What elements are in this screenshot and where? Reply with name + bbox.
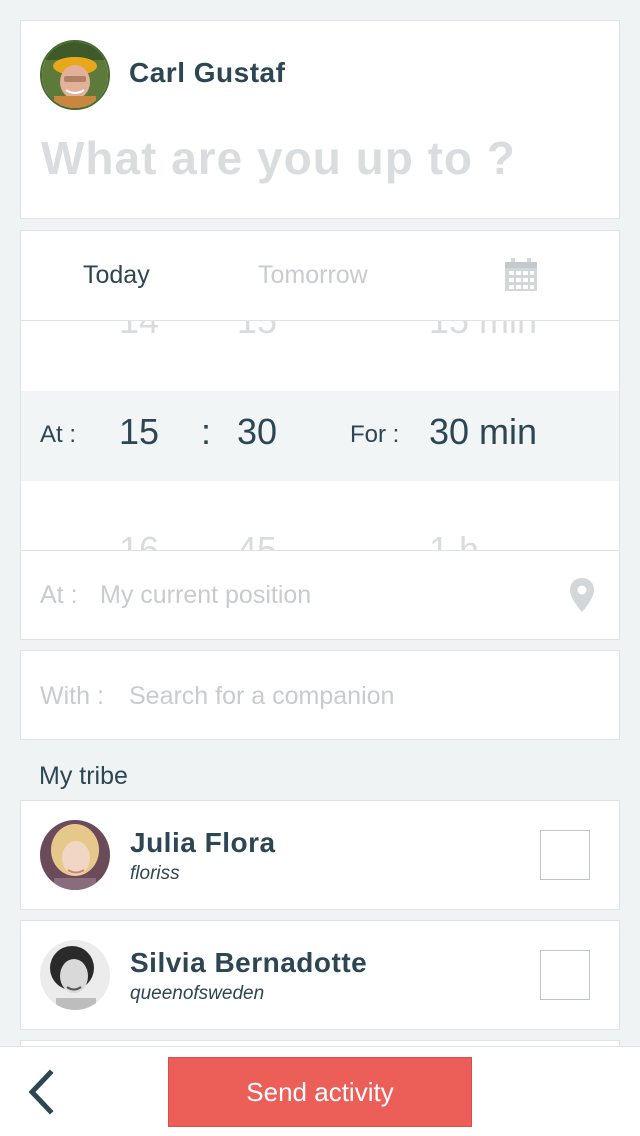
member-select-checkbox[interactable] bbox=[540, 830, 590, 880]
tab-today[interactable]: Today bbox=[83, 261, 150, 290]
with-label: With : bbox=[40, 682, 104, 710]
tribe-member-row[interactable]: Julia Flora floriss bbox=[20, 800, 620, 910]
picker-row-previous[interactable]: 14 15 15 min bbox=[21, 321, 619, 366]
duration-selected[interactable]: 30 min bbox=[429, 411, 537, 453]
location-row[interactable]: At : My current position bbox=[21, 550, 619, 639]
tab-tomorrow[interactable]: Tomorrow bbox=[258, 261, 368, 290]
chevron-left-icon[interactable] bbox=[24, 1069, 60, 1115]
duration-next[interactable]: 1 h bbox=[429, 529, 479, 550]
member-avatar bbox=[40, 820, 110, 890]
companion-search-input[interactable]: Search for a companion bbox=[129, 682, 394, 711]
location-label: At : bbox=[40, 581, 78, 609]
minute-next[interactable]: 45 bbox=[237, 529, 277, 550]
time-card: Today Tomorrow 14 15 15 min At : 15 : 30… bbox=[20, 230, 620, 640]
hour-next[interactable]: 16 bbox=[119, 529, 159, 550]
user-name: Carl Gustaf bbox=[129, 57, 286, 88]
day-tabs: Today Tomorrow bbox=[21, 231, 619, 321]
member-name: Julia Flora bbox=[130, 827, 276, 858]
time-separator: : bbox=[201, 411, 212, 452]
hour-selected[interactable]: 15 bbox=[119, 411, 159, 453]
tribe-member-row[interactable]: Silvia Bernadotte queenofsweden bbox=[20, 920, 620, 1030]
member-name: Silvia Bernadotte bbox=[130, 947, 368, 978]
send-activity-button[interactable]: Send activity bbox=[168, 1057, 472, 1127]
calendar-icon[interactable] bbox=[503, 257, 539, 293]
hour-prev[interactable]: 14 bbox=[119, 321, 159, 342]
companion-card[interactable]: With : Search for a companion bbox=[20, 650, 620, 740]
tribe-section-title: My tribe bbox=[39, 762, 128, 790]
member-select-checkbox[interactable] bbox=[540, 950, 590, 1000]
member-handle: queenofsweden bbox=[130, 983, 265, 1004]
activity-input[interactable]: What are you up to ? bbox=[41, 131, 516, 185]
location-input[interactable]: My current position bbox=[100, 581, 311, 610]
duration-prev[interactable]: 15 min bbox=[429, 321, 537, 342]
bottom-bar: Send activity bbox=[0, 1046, 640, 1136]
user-avatar[interactable] bbox=[40, 40, 110, 110]
member-avatar bbox=[40, 940, 110, 1010]
at-label: At : bbox=[40, 421, 77, 448]
picker-row-selected[interactable]: At : 15 : 30 For : 30 min bbox=[21, 391, 619, 481]
composer-card: Carl Gustaf What are you up to ? bbox=[20, 20, 620, 219]
minute-prev[interactable]: 15 bbox=[237, 321, 277, 342]
picker-row-next[interactable]: 16 45 1 h bbox=[21, 505, 619, 550]
time-picker[interactable]: 14 15 15 min At : 15 : 30 For : 30 min 1… bbox=[21, 321, 619, 550]
member-handle: floriss bbox=[130, 863, 180, 884]
minute-selected[interactable]: 30 bbox=[237, 411, 277, 453]
map-pin-icon[interactable] bbox=[569, 577, 595, 613]
for-label: For : bbox=[350, 421, 400, 448]
